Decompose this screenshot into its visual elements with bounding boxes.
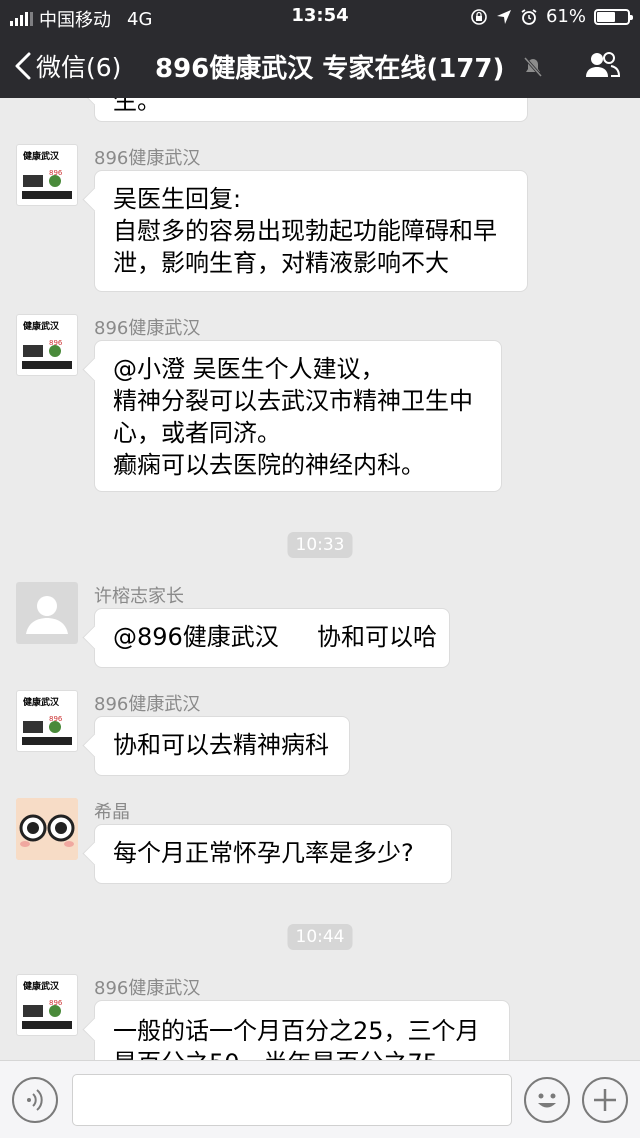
voice-input-button[interactable]	[12, 1077, 58, 1123]
orientation-lock-icon	[471, 8, 487, 25]
voice-icon	[27, 1089, 43, 1111]
sender-name: 896健康武汉	[94, 978, 201, 999]
message-bubble[interactable]: @896健康武汉 协和可以哈	[94, 608, 450, 668]
sender-name: 许榕志家长	[94, 586, 184, 607]
message-text: 生。	[113, 98, 161, 115]
message-line: @896健康武汉 协和可以哈	[113, 623, 437, 651]
message-bubble[interactable]: 生。	[94, 98, 528, 122]
status-bar: 中国移动 4G 13:54 61%	[0, 0, 640, 34]
back-label: 微信(6)	[36, 53, 122, 82]
logo-avatar[interactable]: 健康武汉 896	[16, 974, 78, 1036]
logo-title: 健康武汉	[23, 980, 60, 992]
message-bubble[interactable]: 协和可以去精神病科	[94, 716, 350, 776]
sender-name: 896健康武汉	[94, 148, 201, 169]
chat-title: 896健康武汉 专家在线(177)	[155, 54, 505, 84]
mute-icon	[523, 57, 543, 77]
message-line: 精神分裂可以去武汉市精神卫生中	[113, 387, 473, 415]
message-line: 自慰多的容易出现勃起功能障碍和早	[113, 217, 497, 245]
logo-badge: 896	[49, 999, 63, 1007]
logo-title: 健康武汉	[23, 320, 60, 332]
default-avatar[interactable]	[16, 582, 78, 644]
message-line: 每个月正常怀孕几率是多少?	[113, 839, 414, 867]
logo-avatar[interactable]: 健康武汉 896	[16, 144, 78, 206]
logo-badge: 896	[49, 715, 63, 723]
message-line: 吴医生回复:	[113, 185, 242, 213]
message-line: 心，或者同济。	[113, 419, 281, 447]
timestamp: 10:33	[287, 532, 353, 558]
sender-name: 希晶	[94, 802, 130, 823]
message-bubble[interactable]: 每个月正常怀孕几率是多少?	[94, 824, 452, 884]
message-input[interactable]	[72, 1074, 512, 1126]
message-bubble[interactable]: @小澄 吴医生个人建议， 精神分裂可以去武汉市精神卫生中 心，或者同济。 癫痫可…	[94, 340, 502, 492]
message-line: 一般的话一个月百分之25，三个月	[113, 1017, 480, 1045]
back-button[interactable]: 微信(6)	[14, 48, 121, 84]
message-line: 癫痫可以去医院的神经内科。	[113, 451, 425, 479]
logo-badge: 896	[49, 169, 63, 177]
timestamp: 10:44	[287, 924, 353, 950]
emoji-button[interactable]	[524, 1077, 570, 1123]
alarm-icon	[521, 8, 537, 25]
sender-name: 896健康武汉	[94, 694, 201, 715]
emoji-icon	[538, 1093, 556, 1108]
more-functions-button[interactable]	[582, 1077, 628, 1123]
battery-icon	[594, 8, 633, 25]
chevron-left-icon	[15, 52, 31, 80]
location-icon	[496, 9, 511, 24]
input-bar	[0, 1060, 640, 1138]
logo-title: 健康武汉	[23, 696, 60, 708]
logo-title: 健康武汉	[23, 150, 60, 162]
nav-bar: 微信(6) 896健康武汉 专家在线(177)	[0, 34, 640, 98]
logo-avatar[interactable]: 健康武汉 896	[16, 314, 78, 376]
logo-badge: 896	[49, 339, 63, 347]
message-line: 泄，影响生育，对精液影响不大	[113, 249, 449, 277]
cartoon-avatar[interactable]	[16, 798, 78, 860]
message-line: @小澄 吴医生个人建议，	[113, 355, 385, 383]
battery-percent: 61%	[545, 6, 586, 27]
message-list[interactable]: 生。 健康武汉 896 896健康武汉 吴医生回复: 自慰多的容易出现勃起功能障…	[0, 98, 640, 1060]
group-members-icon[interactable]	[584, 50, 620, 80]
plus-icon	[594, 1089, 616, 1111]
sender-name: 896健康武汉	[94, 318, 201, 339]
message-bubble[interactable]: 吴医生回复: 自慰多的容易出现勃起功能障碍和早 泄，影响生育，对精液影响不大	[94, 170, 528, 292]
logo-avatar[interactable]: 健康武汉 896	[16, 690, 78, 752]
message-line: 协和可以去精神病科	[113, 731, 329, 759]
message-line: 是百分之50，半年是百分之75	[113, 1047, 491, 1060]
message-bubble[interactable]: 一般的话一个月百分之25，三个月 是百分之50，半年是百分之75	[94, 1000, 510, 1060]
